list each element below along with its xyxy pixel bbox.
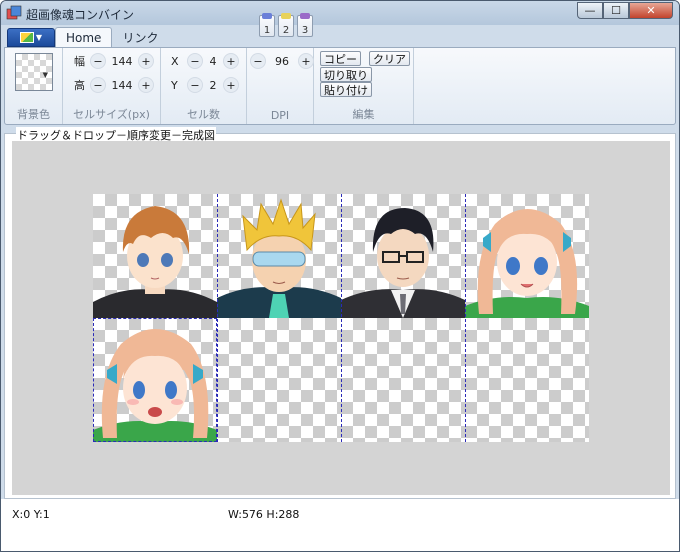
ribbon: ▼ 背景色 幅 − 144 + 高 − 144 + セルサイズ(px) X − … xyxy=(4,47,676,125)
grid-cell[interactable] xyxy=(465,194,589,318)
cell-divider xyxy=(465,194,466,442)
height-value[interactable]: 144 xyxy=(106,79,138,92)
maximize-button[interactable]: ☐ xyxy=(603,2,629,19)
ribbon-tabs: ▼ Home リンク xyxy=(7,27,168,47)
cut-button[interactable]: 切り取り xyxy=(320,67,372,82)
grid-cell[interactable] xyxy=(93,194,217,318)
grid-cell[interactable] xyxy=(341,194,465,318)
dpi-increment-button[interactable]: + xyxy=(298,53,314,69)
grid-cell[interactable] xyxy=(217,194,341,318)
group-background: ▼ 背景色 xyxy=(5,48,63,124)
title-bar: 超画像魂コンバイン — ☐ ✕ xyxy=(1,1,679,25)
group-edit: コピー クリア 切り取り 貼り付け 編集 xyxy=(314,48,414,124)
character-portrait xyxy=(93,206,217,318)
width-value[interactable]: 144 xyxy=(106,55,138,68)
chevron-down-icon: ▼ xyxy=(35,33,43,42)
clear-button[interactable]: クリア xyxy=(369,51,410,66)
minimize-icon: — xyxy=(584,4,596,17)
image-grid[interactable] xyxy=(93,194,589,442)
x-count-increment-button[interactable]: + xyxy=(223,53,239,69)
character-portrait xyxy=(341,208,465,318)
selected-cell-outline xyxy=(93,318,217,442)
group-cell-count: X − 4 + Y − 2 + セル数 xyxy=(161,48,247,124)
paste-button[interactable]: 貼り付け xyxy=(320,82,372,97)
grid-cell[interactable] xyxy=(465,318,589,442)
x-count-decrement-button[interactable]: − xyxy=(187,53,203,69)
app-window: 超画像魂コンバイン — ☐ ✕ 1 2 3 ▼ Home リンク ▼ 背景色 幅… xyxy=(0,0,680,552)
close-button[interactable]: ✕ xyxy=(629,2,673,19)
dpi-value[interactable]: 96 xyxy=(266,55,298,68)
x-count-label: X xyxy=(171,54,179,68)
group-label-background: 背景色 xyxy=(17,108,50,121)
maximize-icon: ☐ xyxy=(611,4,621,17)
height-label: 高 xyxy=(74,79,85,92)
output-size-status: W:576 H:288 xyxy=(228,508,300,521)
width-label: 幅 xyxy=(74,55,85,68)
minimize-button[interactable]: — xyxy=(577,2,603,19)
group-cell-size: 幅 − 144 + 高 − 144 + セルサイズ(px) xyxy=(63,48,161,124)
app-menu-button[interactable]: ▼ xyxy=(7,28,55,47)
group-label-cell-count: セル数 xyxy=(187,108,220,121)
close-icon: ✕ xyxy=(646,4,656,17)
background-color-picker[interactable]: ▼ xyxy=(15,53,53,91)
cell-divider xyxy=(341,194,342,442)
quick-access-button-3[interactable]: 3 xyxy=(297,13,313,37)
character-portrait xyxy=(217,198,341,318)
group-label-edit: 編集 xyxy=(352,108,375,121)
quick-access-button-1[interactable]: 1 xyxy=(259,13,275,37)
width-decrement-button[interactable]: − xyxy=(90,53,106,69)
cursor-position-status: X:0 Y:1 xyxy=(12,508,50,521)
y-count-label: Y xyxy=(171,78,178,92)
tab-link[interactable]: リンク xyxy=(112,27,168,47)
group-label-dpi: DPI xyxy=(270,109,290,122)
app-icon xyxy=(6,5,22,20)
height-decrement-button[interactable]: − xyxy=(90,77,106,93)
cell-divider xyxy=(217,194,218,442)
app-menu-icon xyxy=(19,32,34,43)
dropdown-arrow-icon: ▼ xyxy=(42,71,48,79)
y-count-decrement-button[interactable]: − xyxy=(187,77,203,93)
y-count-value[interactable]: 2 xyxy=(203,79,223,92)
quick-access-button-2[interactable]: 2 xyxy=(278,13,294,37)
status-bar: X:0 Y:1 W:576 H:288 xyxy=(1,499,679,551)
grid-cell[interactable] xyxy=(341,318,465,442)
x-count-value[interactable]: 4 xyxy=(203,55,223,68)
grid-cell[interactable] xyxy=(217,318,341,442)
height-increment-button[interactable]: + xyxy=(138,77,154,93)
copy-button[interactable]: コピー xyxy=(320,51,361,66)
dpi-decrement-button[interactable]: − xyxy=(250,53,266,69)
quick-access-toolbar: 1 2 3 xyxy=(259,13,313,37)
y-count-increment-button[interactable]: + xyxy=(223,77,239,93)
window-title: 超画像魂コンバイン xyxy=(26,8,135,22)
tab-home[interactable]: Home xyxy=(55,27,113,47)
width-increment-button[interactable]: + xyxy=(138,53,154,69)
group-label-cell-size: セルサイズ(px) xyxy=(73,108,150,121)
group-dpi: − 96 + DPI xyxy=(247,48,314,124)
character-portrait xyxy=(465,209,589,318)
